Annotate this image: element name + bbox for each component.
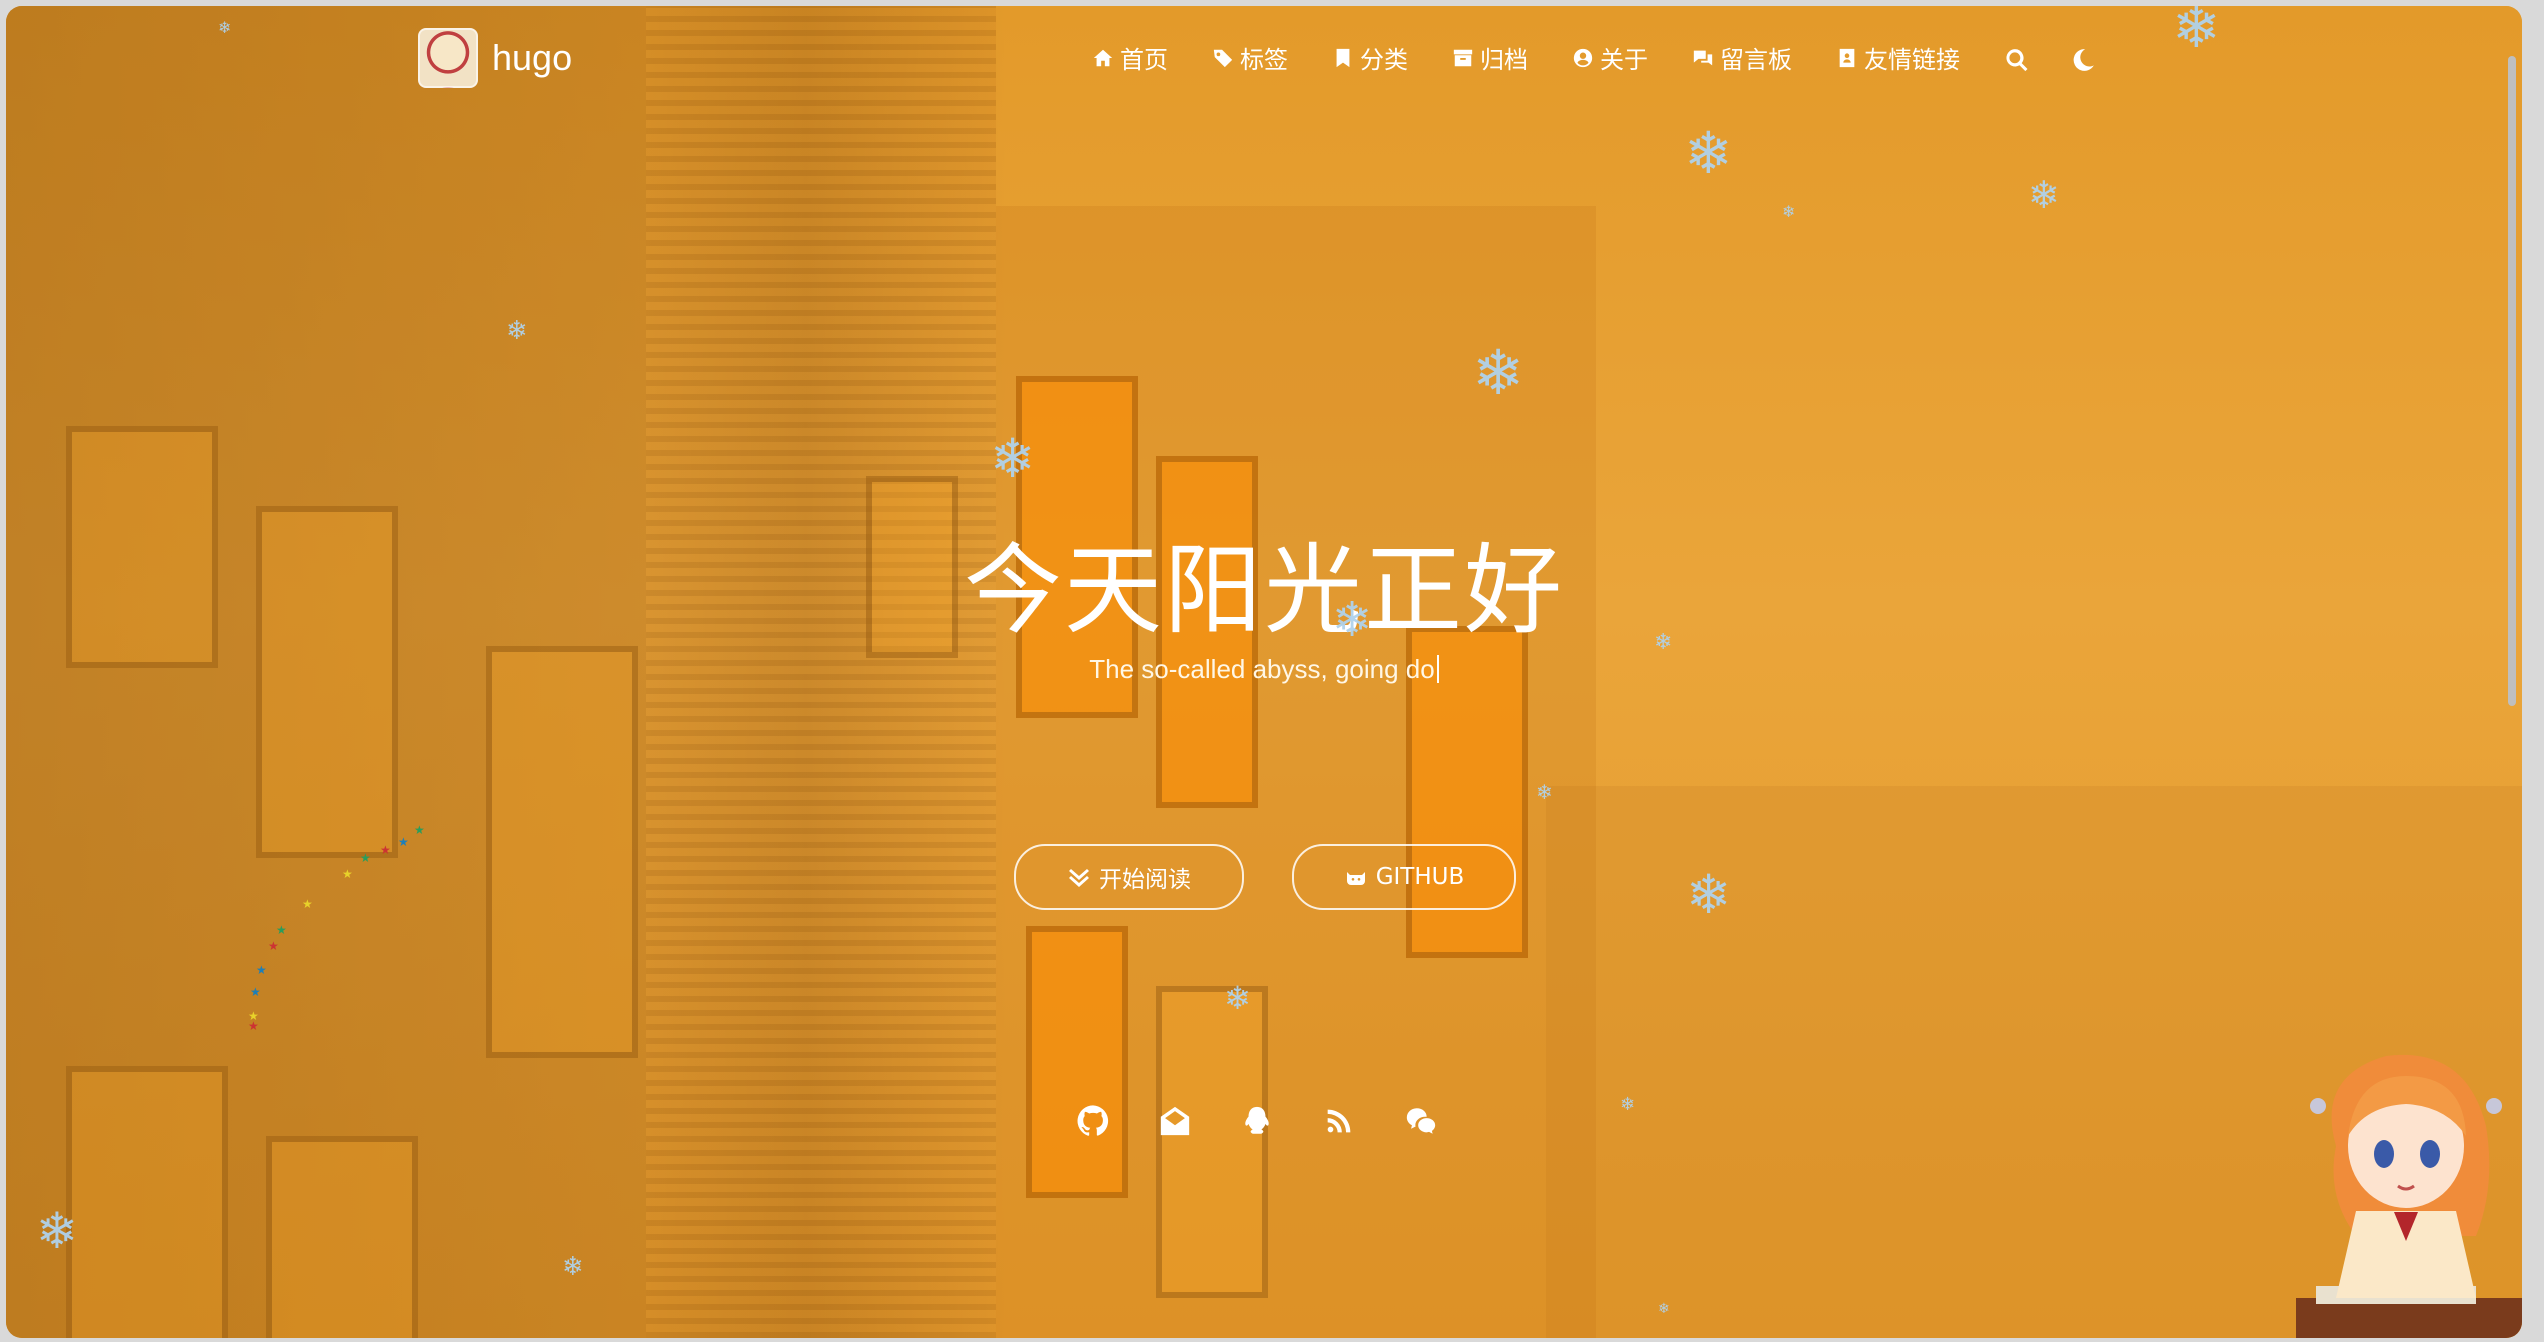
nav-item-archive[interactable]: 归档 <box>1452 40 1528 75</box>
start-reading-label: 开始阅读 <box>1099 867 1191 893</box>
user-circle-icon <box>1572 47 1594 69</box>
snowflake: ❄ <box>1224 979 1251 1017</box>
wechat-icon[interactable] <box>1404 1104 1438 1138</box>
snowflake: ❄ <box>1782 202 1796 221</box>
nav-item-label: 友情链接 <box>1864 46 1960 74</box>
snowflake: ❄ <box>562 1252 584 1282</box>
nav-item-home[interactable]: 首页 <box>1092 40 1168 75</box>
social-links <box>1076 1104 1438 1138</box>
snowflake: ❄ <box>1658 1301 1670 1317</box>
snowflake: ❄ <box>1620 1094 1636 1115</box>
hero-title: 今天阳光正好 <box>963 534 1564 648</box>
trail-star: ★ <box>256 963 267 977</box>
archive-icon <box>1452 47 1474 69</box>
nav-item-label: 标签 <box>1240 46 1288 74</box>
trail-star: ★ <box>276 923 287 937</box>
trail-star: ★ <box>414 823 425 837</box>
address-book-icon <box>1836 47 1858 69</box>
github-cat-icon <box>1346 872 1365 885</box>
site-brand[interactable]: hugo <box>418 28 572 88</box>
trail-star: ★ <box>268 939 279 953</box>
trail-star: ★ <box>398 835 409 849</box>
bookmark-icon <box>1332 47 1354 69</box>
window <box>486 646 638 1058</box>
nav-item-label: 首页 <box>1120 46 1168 74</box>
theme-toggle-button[interactable] <box>2070 47 2094 71</box>
avatar <box>418 28 478 88</box>
window <box>66 1066 228 1338</box>
nav-item-label: 留言板 <box>1720 46 1792 74</box>
nav-item-friend-links[interactable]: 友情链接 <box>1836 40 1960 75</box>
nav-item-label: 归档 <box>1480 46 1528 74</box>
github-icon[interactable] <box>1076 1104 1110 1138</box>
nav-item-tags[interactable]: 标签 <box>1212 40 1288 75</box>
snowflake: ❄ <box>1472 336 1524 409</box>
snowflake: ❄ <box>1332 592 1373 648</box>
home-icon <box>1092 47 1114 69</box>
trail-star: ★ <box>302 897 313 911</box>
nav-item-label: 关于 <box>1600 46 1648 74</box>
qq-icon[interactable] <box>1240 1104 1274 1138</box>
scrollbar-thumb[interactable] <box>2508 56 2516 706</box>
snowflake: ❄ <box>506 316 528 346</box>
top-navbar: hugo 首页 标签 分类 归档 关于 留言板 友情链接 <box>6 6 2522 116</box>
snowflake: ❄ <box>1536 780 1553 804</box>
start-reading-button[interactable]: 开始阅读 <box>1014 844 1244 910</box>
trail-star: ★ <box>360 851 371 865</box>
hero-subtitle: The so-called abyss, going do <box>6 654 2522 685</box>
search-icon <box>2004 47 2028 71</box>
nav-item-about[interactable]: 关于 <box>1572 40 1648 75</box>
snowflake: ❄ <box>1686 863 1732 926</box>
snowflake: ❄ <box>1654 630 1673 655</box>
trail-star: ★ <box>248 1019 259 1033</box>
trail-star: ★ <box>250 985 261 999</box>
nav-menu: 首页 标签 分类 归档 关于 留言板 友情链接 <box>1092 40 2094 75</box>
window <box>1026 926 1128 1198</box>
snowflake: ❄ <box>2172 6 2221 61</box>
github-label: GITHUB <box>1375 864 1465 890</box>
chevron-double-down-icon <box>1069 869 1089 887</box>
browser-viewport: hugo 首页 标签 分类 归档 关于 留言板 友情链接 今天阳光正好 The … <box>6 6 2522 1338</box>
moon-icon <box>2070 47 2094 71</box>
snowflake: ❄ <box>36 1202 78 1260</box>
comments-icon <box>1692 47 1714 69</box>
snowflake: ❄ <box>218 18 232 37</box>
github-button[interactable]: GITHUB <box>1292 844 1516 910</box>
search-button[interactable] <box>2004 47 2028 71</box>
vertical-scrollbar[interactable] <box>2506 16 2518 1328</box>
tags-icon <box>1212 47 1234 69</box>
typing-cursor <box>1436 655 1439 683</box>
email-icon[interactable] <box>1158 1104 1192 1138</box>
window <box>266 1136 418 1338</box>
site-name: hugo <box>492 37 573 78</box>
snowflake: ❄ <box>990 427 1036 490</box>
trail-star: ★ <box>342 867 353 881</box>
nav-item-categories[interactable]: 分类 <box>1332 40 1408 75</box>
rss-icon[interactable] <box>1322 1104 1356 1138</box>
snowflake: ❄ <box>2028 173 2060 217</box>
typed-text: The so-called abyss, going do <box>1089 654 1435 684</box>
window <box>1156 986 1268 1298</box>
trail-star: ★ <box>380 843 391 857</box>
snowflake: ❄ <box>1684 119 1733 187</box>
nav-item-guestbook[interactable]: 留言板 <box>1692 40 1792 75</box>
live2d-mascot[interactable] <box>2296 1036 2522 1338</box>
nav-item-label: 分类 <box>1360 46 1408 74</box>
